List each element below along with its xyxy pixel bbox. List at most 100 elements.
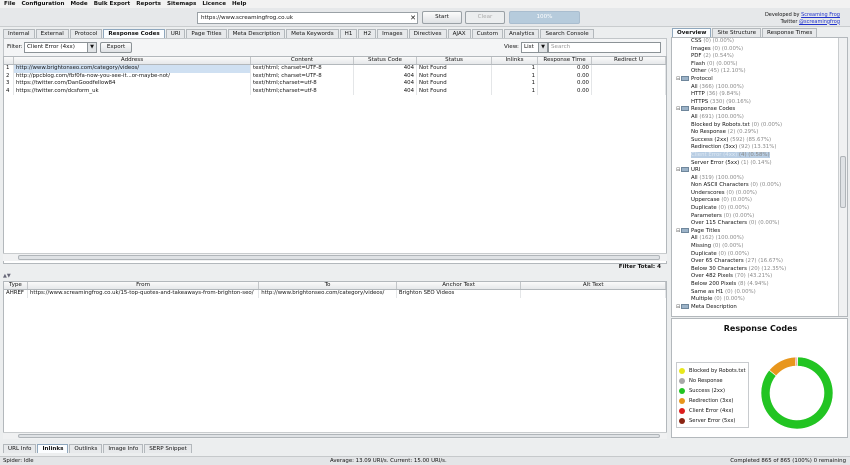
menu-item-licence[interactable]: Licence bbox=[202, 1, 226, 7]
tree-group-protocol[interactable]: ⊟ Protocol bbox=[672, 75, 847, 84]
tab-response-times[interactable]: Response Times bbox=[762, 28, 818, 37]
horizontal-scrollbar[interactable] bbox=[3, 253, 667, 261]
tree-item-success-2xx[interactable]: Success (2xx) (592) (85.67%) bbox=[672, 137, 847, 145]
menu-item-sitemaps[interactable]: Sitemaps bbox=[167, 1, 196, 7]
tree-item-all[interactable]: All (162) (100.00%) bbox=[672, 235, 847, 243]
tab-protocol[interactable]: Protocol bbox=[69, 29, 103, 38]
tree-item-missing[interactable]: Missing (0) (0.00%) bbox=[672, 243, 847, 251]
column-header[interactable]: Response Time bbox=[538, 57, 592, 64]
column-header[interactable]: Address bbox=[14, 57, 251, 64]
tree-item-http[interactable]: HTTP (36) (9.84%) bbox=[672, 91, 847, 99]
scrollbar-thumb[interactable] bbox=[840, 156, 846, 208]
tree-item-uppercase[interactable]: Uppercase (0) (0.00%) bbox=[672, 197, 847, 205]
tree-item-all[interactable]: All (366) (100.00%) bbox=[672, 84, 847, 92]
tree-item-underscores[interactable]: Underscores (0) (0.00%) bbox=[672, 190, 847, 198]
scrollbar-thumb[interactable] bbox=[18, 255, 660, 260]
tab-external[interactable]: External bbox=[35, 29, 69, 38]
tab-meta-keywords[interactable]: Meta Keywords bbox=[286, 29, 339, 38]
clear-url-icon[interactable]: ✕ bbox=[408, 12, 418, 24]
tree-item-over-115-characters[interactable]: Over 115 Characters (0) (0.00%) bbox=[672, 220, 847, 228]
menu-item-help[interactable]: Help bbox=[232, 1, 246, 7]
twitter-link[interactable]: @screamingfrog bbox=[799, 19, 840, 25]
tree-item-client-error-4xx[interactable]: Client Error (4xx) (4) (0.58%) bbox=[672, 151, 847, 160]
column-header[interactable]: Content bbox=[251, 57, 354, 64]
tab-url-info[interactable]: URL Info bbox=[3, 444, 37, 453]
search-input[interactable]: Search bbox=[548, 42, 661, 53]
horizontal-scrollbar[interactable] bbox=[3, 432, 667, 439]
tab-uri[interactable]: URI bbox=[165, 29, 186, 38]
tab-inlinks[interactable]: Inlinks bbox=[37, 444, 69, 453]
table-row[interactable]: 2 http://ppcblog.com/fbf0fa-now-you-see-i… bbox=[4, 72, 666, 80]
start-button[interactable]: Start bbox=[422, 11, 462, 24]
tree-item-duplicate[interactable]: Duplicate (0) (0.00%) bbox=[672, 251, 847, 259]
tree-item-all[interactable]: All (319) (100.00%) bbox=[672, 175, 847, 183]
export-button[interactable]: Export bbox=[100, 42, 132, 53]
menu-item-bulk-export[interactable]: Bulk Export bbox=[94, 1, 131, 7]
tree-group-response-codes[interactable]: ⊟ Response Codes bbox=[672, 106, 847, 114]
tree-item-parameters[interactable]: Parameters (0) (0.00%) bbox=[672, 213, 847, 221]
tree-item-css[interactable]: CSS (0) (0.00%) bbox=[672, 38, 847, 46]
view-select[interactable]: List ▼ bbox=[521, 42, 548, 53]
tree-group-uri[interactable]: ⊟ URI bbox=[672, 167, 847, 175]
url-input[interactable]: https://www.screamingfrog.co.uk bbox=[197, 12, 418, 24]
developer-link[interactable]: Screaming Frog bbox=[801, 12, 840, 18]
tree-item-server-error-5xx[interactable]: Server Error (5xx) (1) (0.14%) bbox=[672, 160, 847, 168]
tree-item-non-ascii-characters[interactable]: Non ASCII Characters (0) (0.00%) bbox=[672, 182, 847, 190]
tab-h2[interactable]: H2 bbox=[358, 29, 377, 38]
column-header[interactable]: Status Code bbox=[354, 57, 417, 64]
column-header[interactable]: Status bbox=[417, 57, 492, 64]
tab-images[interactable]: Images bbox=[377, 29, 408, 38]
tree-item-below-200-pixels[interactable]: Below 200 Pixels (8) (4.94%) bbox=[672, 281, 847, 289]
column-header[interactable]: Anchor Text bbox=[397, 282, 522, 289]
menu-item-mode[interactable]: Mode bbox=[70, 1, 87, 7]
column-header[interactable]: To bbox=[259, 282, 397, 289]
tab-image-info[interactable]: Image Info bbox=[103, 444, 144, 453]
tree-group-meta-description[interactable]: ⊟ Meta Description bbox=[672, 303, 847, 312]
tab-site-structure[interactable]: Site Structure bbox=[712, 28, 762, 37]
tab-response-codes[interactable]: Response Codes bbox=[103, 29, 165, 38]
tree-item-other[interactable]: Other (45) (12.10%) bbox=[672, 68, 847, 76]
column-header[interactable]: Alt Text bbox=[521, 282, 666, 289]
tab-search-console[interactable]: Search Console bbox=[540, 29, 594, 38]
tree-item-over-65-characters[interactable]: Over 65 Characters (27) (16.67%) bbox=[672, 258, 847, 266]
tree-item-same-as-h1[interactable]: Same as H1 (0) (0.00%) bbox=[672, 289, 847, 297]
tab-meta-description[interactable]: Meta Description bbox=[227, 29, 286, 38]
tree-item-https[interactable]: HTTPS (330) (90.16%) bbox=[672, 99, 847, 107]
vertical-scrollbar[interactable] bbox=[838, 38, 847, 316]
tab-ajax[interactable]: AJAX bbox=[447, 29, 471, 38]
table-row[interactable]: 4 https://twitter.com/dcsform_uk text/html… bbox=[4, 87, 666, 95]
split-pane-divider[interactable]: ▲▼ bbox=[0, 273, 670, 279]
tree-item-redirection-3xx[interactable]: Redirection (3xx) (92) (13.31%) bbox=[672, 144, 847, 152]
table-row[interactable]: AHREF https://www.screamingfrog.co.uk/15-… bbox=[4, 290, 666, 298]
scrollbar-thumb[interactable] bbox=[18, 434, 660, 438]
tree-item-no-response[interactable]: No Response (2) (0.29%) bbox=[672, 129, 847, 137]
menu-item-reports[interactable]: Reports bbox=[136, 1, 161, 7]
tree-item-blocked-by-robots-txt[interactable]: Blocked by Robots.txt (0) (0.00%) bbox=[672, 122, 847, 130]
tab-internal[interactable]: Internal bbox=[3, 29, 35, 38]
tree-item-over-482-pixels[interactable]: Over 482 Pixels (70) (43.21%) bbox=[672, 273, 847, 281]
table-row[interactable]: 1 http://www.brightonseo.com/category/vid… bbox=[4, 65, 666, 73]
tree-item-pdf[interactable]: PDF (2) (0.54%) bbox=[672, 53, 847, 61]
filter-select[interactable]: Client Error (4xx) ▼ bbox=[24, 42, 97, 53]
column-header[interactable]: Type bbox=[4, 282, 28, 289]
tab-directives[interactable]: Directives bbox=[408, 29, 447, 38]
tree-group-page-titles[interactable]: ⊟ Page Titles bbox=[672, 227, 847, 236]
column-header[interactable]: From bbox=[28, 282, 260, 289]
tab-h1[interactable]: H1 bbox=[339, 29, 358, 38]
tab-overview[interactable]: Overview bbox=[672, 28, 712, 37]
tab-serp-snippet[interactable]: SERP Snippet bbox=[144, 444, 192, 453]
tab-outlinks[interactable]: Outlinks bbox=[69, 444, 103, 453]
tree-item-multiple[interactable]: Multiple (0) (0.00%) bbox=[672, 296, 847, 304]
tree-item-images[interactable]: Images (0) (0.00%) bbox=[672, 46, 847, 54]
tab-page-titles[interactable]: Page Titles bbox=[186, 29, 227, 38]
tab-analytics[interactable]: Analytics bbox=[504, 29, 540, 38]
menu-item-configuration[interactable]: Configuration bbox=[21, 1, 64, 7]
tree-item-below-30-characters[interactable]: Below 30 Characters (20) (12.35%) bbox=[672, 266, 847, 274]
table-row[interactable]: 3 https://twitter.com/DanGoodfellow84 text… bbox=[4, 80, 666, 88]
menu-item-file[interactable]: File bbox=[4, 1, 15, 7]
tree-item-duplicate[interactable]: Duplicate (0) (0.00%) bbox=[672, 205, 847, 213]
column-header[interactable]: Inlinks bbox=[492, 57, 538, 64]
tree-item-flash[interactable]: Flash (0) (0.00%) bbox=[672, 61, 847, 69]
clear-button[interactable]: Clear bbox=[465, 11, 505, 24]
tab-custom[interactable]: Custom bbox=[471, 29, 504, 38]
